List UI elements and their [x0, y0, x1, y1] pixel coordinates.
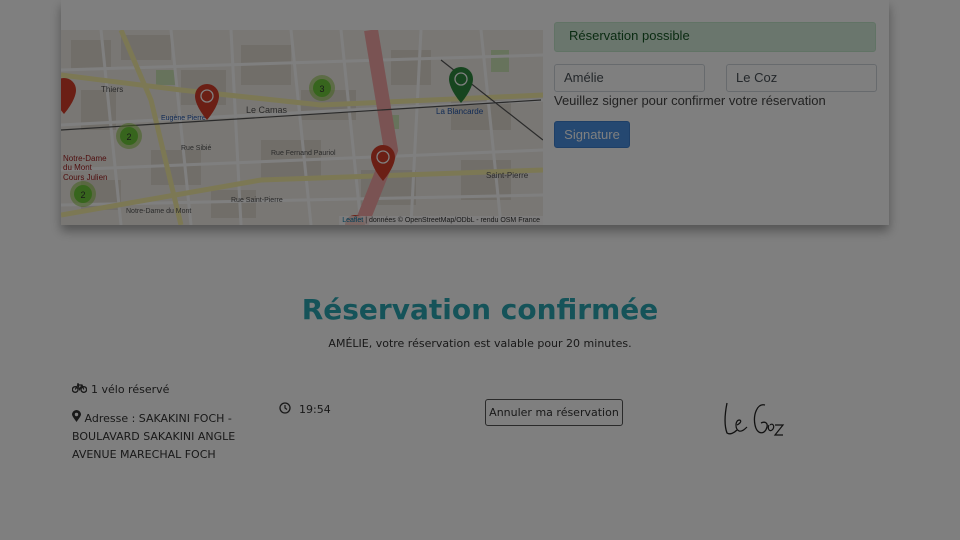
- station-address: Adresse : SAKAKINI FOCH - BOULAVARD SAKA…: [72, 410, 247, 464]
- svg-text:Thiers: Thiers: [101, 85, 123, 94]
- last-name-field[interactable]: Le Coz: [726, 64, 877, 92]
- map-cluster[interactable]: 3: [309, 75, 335, 101]
- svg-text:La Blancarde: La Blancarde: [436, 107, 484, 116]
- map-cluster[interactable]: 2: [116, 123, 142, 149]
- first-name-field[interactable]: Amélie: [554, 64, 705, 92]
- cancel-reservation-button[interactable]: Annuler ma réservation: [485, 399, 623, 426]
- bikes-count-text: 1 vélo réservé: [91, 383, 170, 396]
- time-text: 19:54: [299, 403, 331, 416]
- svg-text:2: 2: [126, 132, 131, 142]
- station-map[interactable]: Le Camas La Blancarde Saint-Pierre Notre…: [61, 30, 543, 225]
- svg-text:Notre-Dame du Mont: Notre-Dame du Mont: [126, 208, 191, 215]
- svg-text:Rue Saint-Pierre: Rue Saint-Pierre: [231, 197, 283, 204]
- availability-alert: Réservation possible: [554, 22, 876, 52]
- map-cluster[interactable]: 2: [70, 181, 96, 207]
- svg-text:Rue Sibié: Rue Sibié: [181, 145, 211, 152]
- signature-image: [715, 395, 795, 449]
- signature-instructions: Veuillez signer pour confirmer votre rés…: [554, 93, 826, 108]
- svg-text:Eugène Pierre: Eugène Pierre: [161, 115, 206, 122]
- svg-text:Saint-Pierre: Saint-Pierre: [486, 171, 529, 180]
- confirmation-subtitle: AMÉLIE, votre réservation est valable po…: [328, 337, 632, 350]
- clock-icon: [279, 402, 291, 417]
- map-attribution: Leaflet | données © OpenStreetMap/ODbL -…: [339, 216, 543, 225]
- reservation-form: Réservation possible Amélie Le Coz Veuil…: [543, 0, 889, 225]
- svg-text:du Mont: du Mont: [63, 163, 93, 172]
- map-label: Le Camas: [246, 105, 288, 115]
- address-text: Adresse : SAKAKINI FOCH - BOULAVARD SAKA…: [72, 412, 236, 461]
- confirmation-title: Réservation confirmée: [301, 293, 659, 326]
- svg-text:Rue Fernand Pauriol: Rue Fernand Pauriol: [271, 150, 336, 157]
- leaflet-link[interactable]: Leaflet: [342, 217, 363, 224]
- map-tiles: Le Camas La Blancarde Saint-Pierre Notre…: [61, 30, 543, 225]
- signature-button[interactable]: Signature: [554, 121, 630, 148]
- reserved-bikes: 1 vélo réservé: [71, 383, 170, 396]
- reservation-time: 19:54: [279, 402, 331, 417]
- svg-text:2: 2: [80, 190, 85, 200]
- svg-text:Cours Julien: Cours Julien: [63, 173, 107, 182]
- svg-text:Notre-Dame: Notre-Dame: [63, 154, 107, 163]
- svg-text:3: 3: [319, 84, 324, 94]
- bicycle-icon: [71, 383, 88, 396]
- booking-card: Le Camas La Blancarde Saint-Pierre Notre…: [61, 0, 889, 225]
- map-marker-icon: [72, 410, 81, 428]
- attribution-text: | données © OpenStreetMap/ODbL - rendu O…: [365, 217, 540, 224]
